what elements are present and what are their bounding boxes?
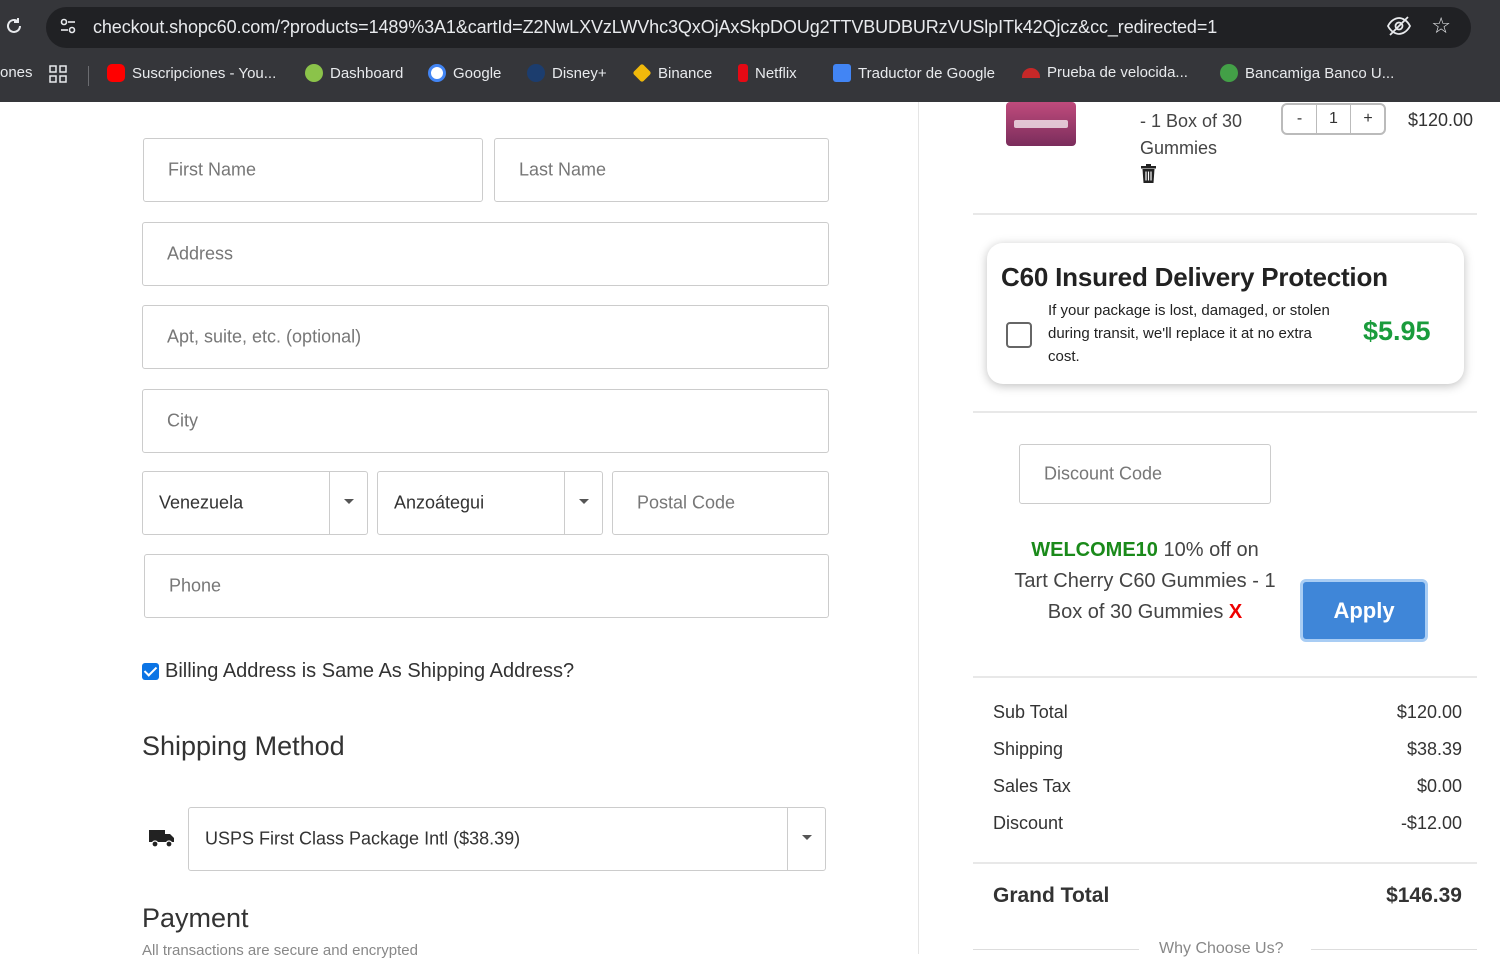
state-select[interactable]: Anzoátegui (377, 471, 603, 535)
shipping-method-heading: Shipping Method (142, 731, 345, 761)
why-choose-us-heading: Why Choose Us? (1159, 940, 1284, 957)
apt-input[interactable]: Apt, suite, etc. (optional) (142, 305, 829, 369)
bookmark-truncated[interactable]: ones (0, 64, 33, 81)
bookmark-speedtest[interactable]: Prueba de velocida... (1022, 64, 1188, 81)
discount-value: -$12.00 (1400, 813, 1462, 833)
caret-down-icon (344, 499, 354, 504)
shipping-method-value: USPS First Class Package Intl ($38.39) (205, 828, 521, 849)
bookmark-bank[interactable]: Bancamiga Banco U... (1220, 64, 1394, 82)
speedtest-icon (1022, 67, 1040, 78)
truck-icon (148, 826, 176, 850)
postal-code-input[interactable]: Postal Code (612, 471, 829, 535)
caret-down-icon (802, 835, 812, 840)
divider (973, 862, 1477, 864)
trash-icon[interactable] (1140, 164, 1157, 183)
applied-discount-info: WELCOME10 10% off on Tart Cherry C60 Gum… (1012, 535, 1278, 628)
google-icon (428, 64, 446, 82)
dashboard-icon (305, 64, 323, 82)
quantity-minus-button[interactable]: - (1283, 105, 1317, 133)
url-text[interactable]: checkout.shopc60.com/?products=1489%3A1&… (93, 17, 1217, 38)
grand-total-label: Grand Total (993, 884, 1110, 907)
divider (973, 676, 1477, 678)
delivery-protection-card: C60 Insured Delivery Protection If your … (987, 243, 1464, 384)
bank-icon (1220, 64, 1238, 82)
address-placeholder: Address (167, 243, 234, 264)
disney-icon (527, 64, 545, 82)
site-info-icon[interactable] (58, 16, 80, 38)
protection-text: If your package is lost, damaged, or sto… (1048, 302, 1330, 365)
address-input[interactable]: Address (142, 222, 829, 286)
first-name-placeholder: First Name (168, 159, 257, 180)
quantity-value[interactable]: 1 (1317, 105, 1351, 133)
postal-code-placeholder: Postal Code (637, 492, 736, 513)
shipping-dropdown-button[interactable] (787, 808, 825, 870)
sales-tax-value: $0.00 (1416, 776, 1462, 796)
divider (973, 411, 1477, 413)
bookmark-dashboard[interactable]: Dashboard (305, 64, 403, 82)
remove-discount-button[interactable]: X (1229, 601, 1242, 623)
billing-same-label[interactable]: Billing Address is Same As Shipping Addr… (165, 660, 574, 683)
payment-note: All transactions are secure and encrypte… (142, 942, 418, 959)
shipping-value: $38.39 (1406, 739, 1462, 759)
sales-tax-label: Sales Tax (993, 776, 1071, 796)
discount-code-input[interactable]: Discount Code (1019, 444, 1271, 504)
divider-line (973, 949, 1139, 950)
protection-checkbox[interactable] (1006, 322, 1032, 348)
bookmark-google[interactable]: Google (428, 64, 501, 82)
divider (973, 213, 1477, 215)
country-value: Venezuela (159, 492, 244, 513)
bookmark-separator (88, 66, 89, 86)
translate-icon (833, 64, 851, 82)
address-bar[interactable]: checkout.shopc60.com/?products=1489%3A1&… (46, 7, 1471, 48)
bookmark-translate[interactable]: Traductor de Google (833, 64, 995, 82)
last-name-placeholder: Last Name (519, 159, 607, 180)
apply-discount-button[interactable]: Apply (1300, 579, 1428, 642)
quantity-stepper: - 1 + (1281, 103, 1386, 135)
apt-placeholder: Apt, suite, etc. (optional) (167, 326, 362, 347)
first-name-input[interactable]: First Name (143, 138, 483, 202)
cart-item-description: - 1 Box of 30 Gummies (1140, 111, 1243, 158)
protection-price: $5.95 (1363, 316, 1431, 346)
grand-total-value: $146.39 (1386, 884, 1462, 907)
quantity-plus-button[interactable]: + (1351, 105, 1385, 133)
product-image (1006, 102, 1076, 146)
discount-code-placeholder: Discount Code (1044, 463, 1163, 484)
state-dropdown-button[interactable] (564, 472, 602, 534)
netflix-icon (738, 64, 748, 82)
last-name-input[interactable]: Last Name (494, 138, 829, 202)
country-dropdown-button[interactable] (329, 472, 367, 534)
apps-grid-icon[interactable] (49, 65, 67, 83)
column-divider (918, 102, 919, 954)
shipping-method-select[interactable]: USPS First Class Package Intl ($38.39) (188, 807, 826, 871)
city-placeholder: City (167, 410, 198, 431)
subtotal-label: Sub Total (993, 702, 1068, 722)
bookmarks-bar: ones Suscripciones - You... Dashboard Go… (0, 58, 1500, 92)
discount-label: Discount (993, 813, 1064, 833)
bookmark-netflix[interactable]: Netflix (738, 64, 797, 82)
caret-down-icon (579, 499, 589, 504)
payment-heading: Payment (142, 903, 249, 933)
discount-code-label: WELCOME10 (1031, 539, 1158, 561)
divider-line (1311, 949, 1477, 950)
state-value: Anzoátegui (394, 492, 485, 513)
phone-placeholder: Phone (169, 575, 222, 596)
bookmark-star-icon[interactable]: ☆ (1431, 13, 1451, 39)
shipping-label: Shipping (993, 739, 1064, 759)
eye-off-icon[interactable] (1386, 15, 1412, 39)
billing-same-checkbox[interactable] (142, 663, 159, 680)
bookmark-disney[interactable]: Disney+ (527, 64, 607, 82)
bookmark-youtube[interactable]: Suscripciones - You... (107, 64, 276, 82)
phone-input[interactable]: Phone (144, 554, 829, 618)
browser-chrome: checkout.shopc60.com/?products=1489%3A1&… (0, 0, 1500, 102)
country-select[interactable]: Venezuela (142, 471, 368, 535)
protection-title: C60 Insured Delivery Protection (1001, 262, 1388, 292)
youtube-icon (107, 64, 125, 82)
bookmark-binance[interactable]: Binance (632, 63, 712, 83)
binance-icon (632, 63, 652, 83)
reload-icon[interactable] (4, 16, 24, 38)
city-input[interactable]: City (142, 389, 829, 453)
why-choose-us-divider: Why Choose Us? (973, 940, 1477, 960)
subtotal-value: $120.00 (1396, 702, 1462, 722)
cart-item-price: $120.00 (1408, 110, 1474, 130)
